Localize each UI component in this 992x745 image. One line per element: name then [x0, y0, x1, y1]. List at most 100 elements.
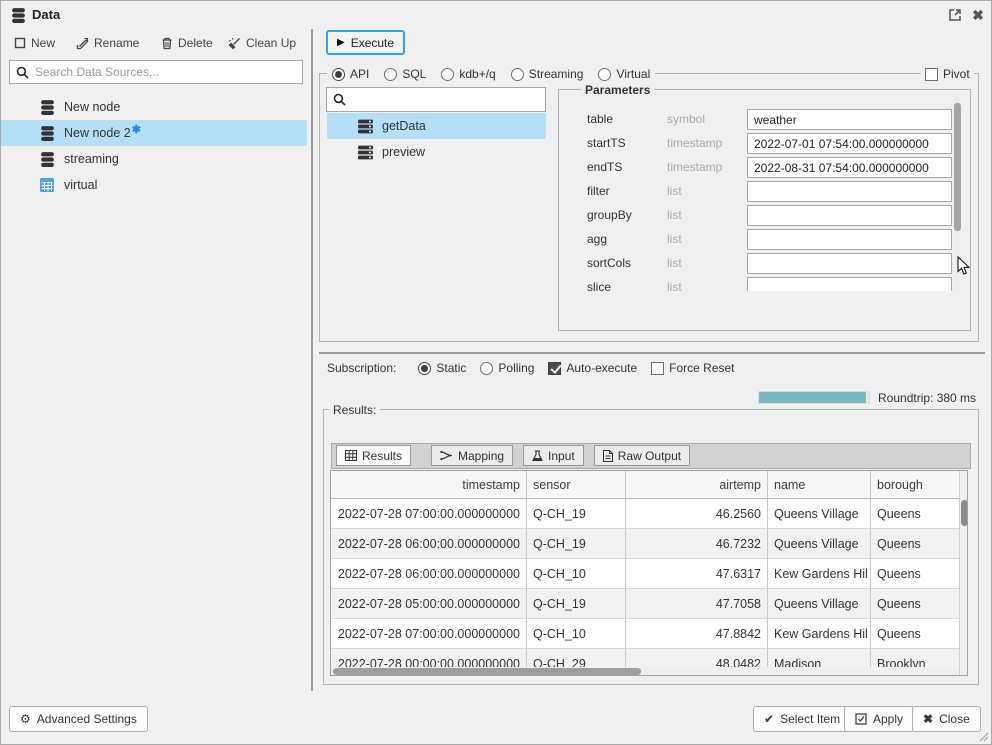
- select-item-button[interactable]: ✔ Select Item: [753, 706, 851, 732]
- open-in-window-icon[interactable]: [947, 7, 963, 23]
- param-row-endts: endTS timestamp: [559, 157, 970, 178]
- column-header-name[interactable]: name: [768, 471, 871, 498]
- force-reset-checkbox[interactable]: [651, 362, 664, 375]
- function-search-input[interactable]: [326, 87, 546, 112]
- close-glyph: ✖: [972, 7, 984, 23]
- radio-virtual[interactable]: Virtual: [598, 67, 650, 81]
- cell-airtemp: 46.7232: [626, 529, 768, 558]
- search-data-sources-input[interactable]: Search Data Sources...: [9, 60, 303, 84]
- subscription-label: Subscription:: [327, 361, 396, 375]
- cell-name: Queens Village: [768, 499, 871, 528]
- table-row[interactable]: 2022-07-28 07:00:00.000000000 Q-CH_10 47…: [331, 619, 959, 649]
- new-button[interactable]: New: [14, 36, 55, 50]
- param-value-input[interactable]: [747, 205, 952, 226]
- tab-input[interactable]: Input: [523, 445, 584, 466]
- table-horizontal-scrollbar-thumb[interactable]: [333, 668, 641, 675]
- radio-api[interactable]: API: [332, 67, 369, 81]
- param-value-input[interactable]: [747, 181, 952, 202]
- play-icon: ▶: [337, 37, 345, 48]
- tree-item-virtual[interactable]: virtual: [1, 172, 307, 198]
- trash-icon: [161, 37, 173, 50]
- radio-kdbq-control[interactable]: [441, 68, 454, 81]
- resize-handle[interactable]: [977, 730, 989, 742]
- param-type: list: [667, 280, 682, 291]
- database-node-icon: [39, 125, 56, 142]
- radio-kdbq-label: kdb+/q: [459, 67, 495, 81]
- search-placeholder: Search Data Sources...: [35, 65, 159, 79]
- roundtrip-progress-fill: [759, 392, 866, 403]
- table-horizontal-scrollbar[interactable]: [331, 667, 959, 675]
- pivot-label: Pivot: [943, 67, 970, 81]
- column-header-airtemp[interactable]: airtemp: [626, 471, 768, 498]
- param-row-slice: slice list: [559, 277, 970, 291]
- tree-item-streaming[interactable]: streaming: [1, 146, 307, 172]
- table-vertical-scrollbar[interactable]: [959, 471, 967, 675]
- column-header-borough[interactable]: borough: [871, 471, 959, 498]
- radio-sql[interactable]: SQL: [384, 67, 426, 81]
- table-row[interactable]: 2022-07-28 06:00:00.000000000 Q-CH_19 46…: [331, 529, 959, 559]
- cell-timestamp: 2022-07-28 06:00:00.000000000: [331, 529, 527, 558]
- auto-execute-checkbox-group[interactable]: Auto-execute: [548, 361, 637, 375]
- document-icon: [603, 450, 613, 462]
- radio-static-control[interactable]: [418, 362, 431, 375]
- param-value-input[interactable]: [747, 253, 952, 274]
- radio-virtual-label: Virtual: [616, 67, 650, 81]
- radio-virtual-control[interactable]: [598, 68, 611, 81]
- virtual-table-icon: [39, 177, 56, 194]
- function-item-preview[interactable]: preview: [327, 139, 546, 165]
- radio-polling[interactable]: Polling: [480, 361, 534, 375]
- param-value-input[interactable]: [747, 229, 952, 250]
- force-reset-checkbox-group[interactable]: Force Reset: [651, 361, 734, 375]
- rename-button[interactable]: Rename: [76, 36, 139, 50]
- auto-execute-checkbox[interactable]: [548, 362, 561, 375]
- radio-streaming[interactable]: Streaming: [511, 67, 584, 81]
- panel-divider[interactable]: [311, 29, 313, 691]
- execute-button[interactable]: ▶ Execute: [326, 30, 405, 55]
- auto-execute-label: Auto-execute: [566, 361, 637, 375]
- cell-sensor: Q-CH_10: [527, 619, 626, 648]
- table-vertical-scrollbar-thumb[interactable]: [961, 500, 968, 526]
- column-header-sensor[interactable]: sensor: [527, 471, 626, 498]
- roundtrip-progress-bar: [758, 391, 870, 404]
- table-row[interactable]: 2022-07-28 05:00:00.000000000 Q-CH_19 47…: [331, 589, 959, 619]
- radio-api-control[interactable]: [332, 68, 345, 81]
- cell-name: Queens Village: [768, 529, 871, 558]
- results-tabstrip: Results Mapping Input Raw Output: [331, 443, 971, 469]
- parameters-scrollbar[interactable]: [954, 97, 961, 291]
- api-function-icon: [357, 119, 374, 134]
- radio-polling-control[interactable]: [480, 362, 493, 375]
- param-value-input[interactable]: [747, 277, 952, 291]
- table-row[interactable]: 2022-07-28 06:00:00.000000000 Q-CH_10 47…: [331, 559, 959, 589]
- pivot-checkbox-group[interactable]: Pivot: [921, 66, 974, 82]
- param-type: symbol: [667, 112, 705, 126]
- delete-button[interactable]: Delete: [161, 36, 213, 50]
- close-button[interactable]: ✖ Close: [912, 706, 981, 732]
- tree-item-new-node[interactable]: New node: [1, 94, 307, 120]
- apply-button[interactable]: Apply: [844, 706, 914, 732]
- pivot-checkbox[interactable]: [925, 68, 938, 81]
- radio-sql-control[interactable]: [384, 68, 397, 81]
- tab-results[interactable]: Results: [336, 445, 411, 466]
- close-icon[interactable]: ✖: [970, 7, 986, 23]
- cell-airtemp: 47.7058: [626, 589, 768, 618]
- radio-polling-label: Polling: [498, 361, 534, 375]
- column-header-timestamp[interactable]: timestamp: [331, 471, 527, 498]
- param-value-input[interactable]: [747, 109, 952, 130]
- param-value-input[interactable]: [747, 133, 952, 154]
- tab-mapping[interactable]: Mapping: [431, 445, 513, 466]
- clean-up-button-label: Clean Up: [246, 36, 296, 50]
- radio-static[interactable]: Static: [418, 361, 466, 375]
- table-row[interactable]: 2022-07-28 07:00:00.000000000 Q-CH_19 46…: [331, 499, 959, 529]
- parameters-scrollbar-thumb[interactable]: [954, 103, 961, 231]
- radio-kdbq[interactable]: kdb+/q: [441, 67, 495, 81]
- tree-item-new-node-2[interactable]: New node 2 ✱: [1, 120, 307, 146]
- tab-raw-output[interactable]: Raw Output: [594, 445, 690, 466]
- function-item-getdata[interactable]: getData: [327, 113, 546, 139]
- radio-streaming-control[interactable]: [511, 68, 524, 81]
- advanced-settings-button[interactable]: ⚙ Advanced Settings: [9, 706, 148, 732]
- x-icon: ✖: [923, 712, 933, 726]
- cell-sensor: Q-CH_19: [527, 529, 626, 558]
- clean-up-button[interactable]: Clean Up: [228, 36, 296, 50]
- param-value-input[interactable]: [747, 157, 952, 178]
- database-node-icon: [39, 99, 56, 116]
